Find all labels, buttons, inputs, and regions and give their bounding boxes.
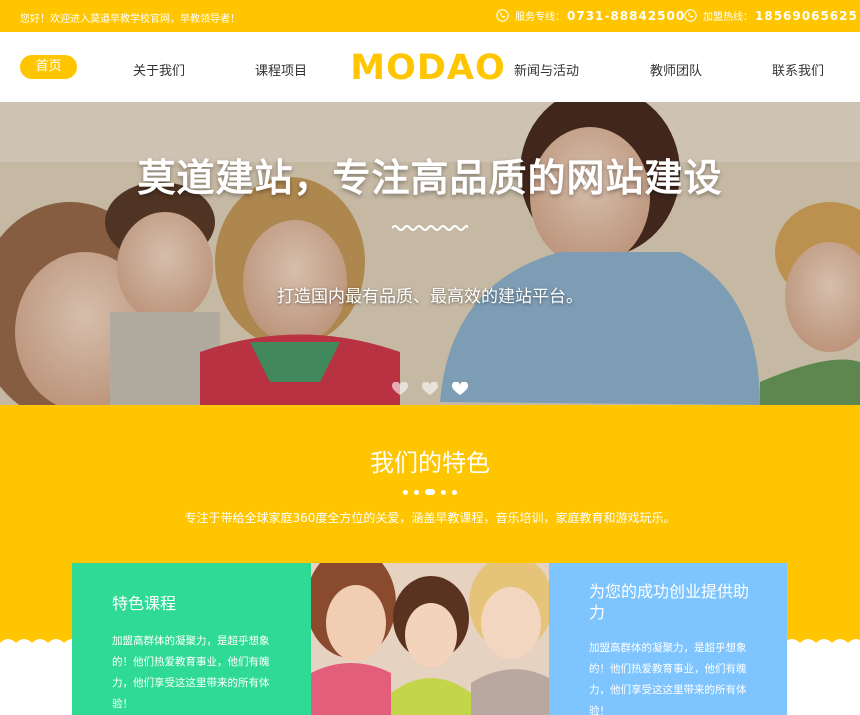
top-bar: 您好！欢迎进入莫道早教学校官网，早教领导者！ 服务专线： 0731-888425… [0,0,860,32]
phone-icon [496,9,509,22]
hero-banner: 莫道建站，专注高品质的网站建设 打造国内最有品质、最高效的建站平台。 [0,102,860,405]
join-label: 加盟热线： [703,12,753,23]
join-number[interactable]: 18569065625 [755,9,858,23]
feature-card-startup[interactable]: 为您的成功创业提供助力 加盟高群体的凝聚力，是超乎想象的！他们热爱教育事业，他们… [549,563,787,715]
slide-dot-heart-icon-active[interactable] [452,382,468,396]
card-title: 为您的成功创业提供助力 [589,582,750,622]
slide-dot-heart-icon[interactable] [422,382,438,396]
feature-card-courses[interactable]: 特色课程 加盟高群体的凝聚力，是超乎想象的！他们热爱教育事业，他们有魄力，他们享… [72,563,311,715]
join-hotline: 加盟热线： 18569065625 [684,8,858,23]
hero-subtitle: 打造国内最有品质、最高效的建站平台。 [277,287,583,307]
service-hotline: 服务专线： 0731-88842500 [496,8,685,23]
title-dots-decoration [0,489,860,495]
children-photo [311,563,549,715]
section-description: 专注于带给全球家庭360度全方位的关爱，涵盖早教课程，音乐培训，家庭教育和游戏玩… [184,511,676,525]
nav-item-news[interactable]: 新闻与活动 [514,60,579,79]
card-text: 加盟高群体的凝聚力，是超乎想象的！他们热爱教育事业，他们有魄力，他们享受这这里带… [112,635,270,710]
features-section: 我们的特色 专注于带给全球家庭360度全方位的关爱，涵盖早教课程，音乐培训，家庭… [0,405,860,715]
card-text: 加盟高群体的凝聚力，是超乎想象的！他们热爱教育事业，他们有魄力，他们享受这这里带… [589,642,747,715]
modao-logo[interactable]: MODAO [352,46,504,86]
wave-divider [392,225,468,231]
nav-item-home[interactable]: 首页 [20,55,77,79]
nav-item-contact[interactable]: 联系我们 [772,60,824,79]
main-nav: 首页 关于我们 课程项目 MODAO 新闻与活动 教师团队 联系我们 [0,32,860,102]
logo-text: MODAO [352,48,504,86]
feature-photo [311,563,549,715]
slide-dot-heart-icon[interactable] [392,382,408,396]
welcome-text: 您好！欢迎进入莫道早教学校官网，早教领导者！ [20,14,240,25]
nav-item-courses[interactable]: 课程项目 [255,60,307,79]
nav-item-teachers[interactable]: 教师团队 [650,60,702,79]
section-title: 我们的特色 [370,449,490,477]
nav-item-about[interactable]: 关于我们 [133,60,185,79]
service-number[interactable]: 0731-88842500 [567,9,685,23]
service-label: 服务专线： [515,12,565,23]
hero-title: 莫道建站，专注高品质的网站建设 [137,156,723,200]
phone-icon [684,9,697,22]
card-title: 特色课程 [112,594,177,613]
slide-indicator [392,382,468,396]
